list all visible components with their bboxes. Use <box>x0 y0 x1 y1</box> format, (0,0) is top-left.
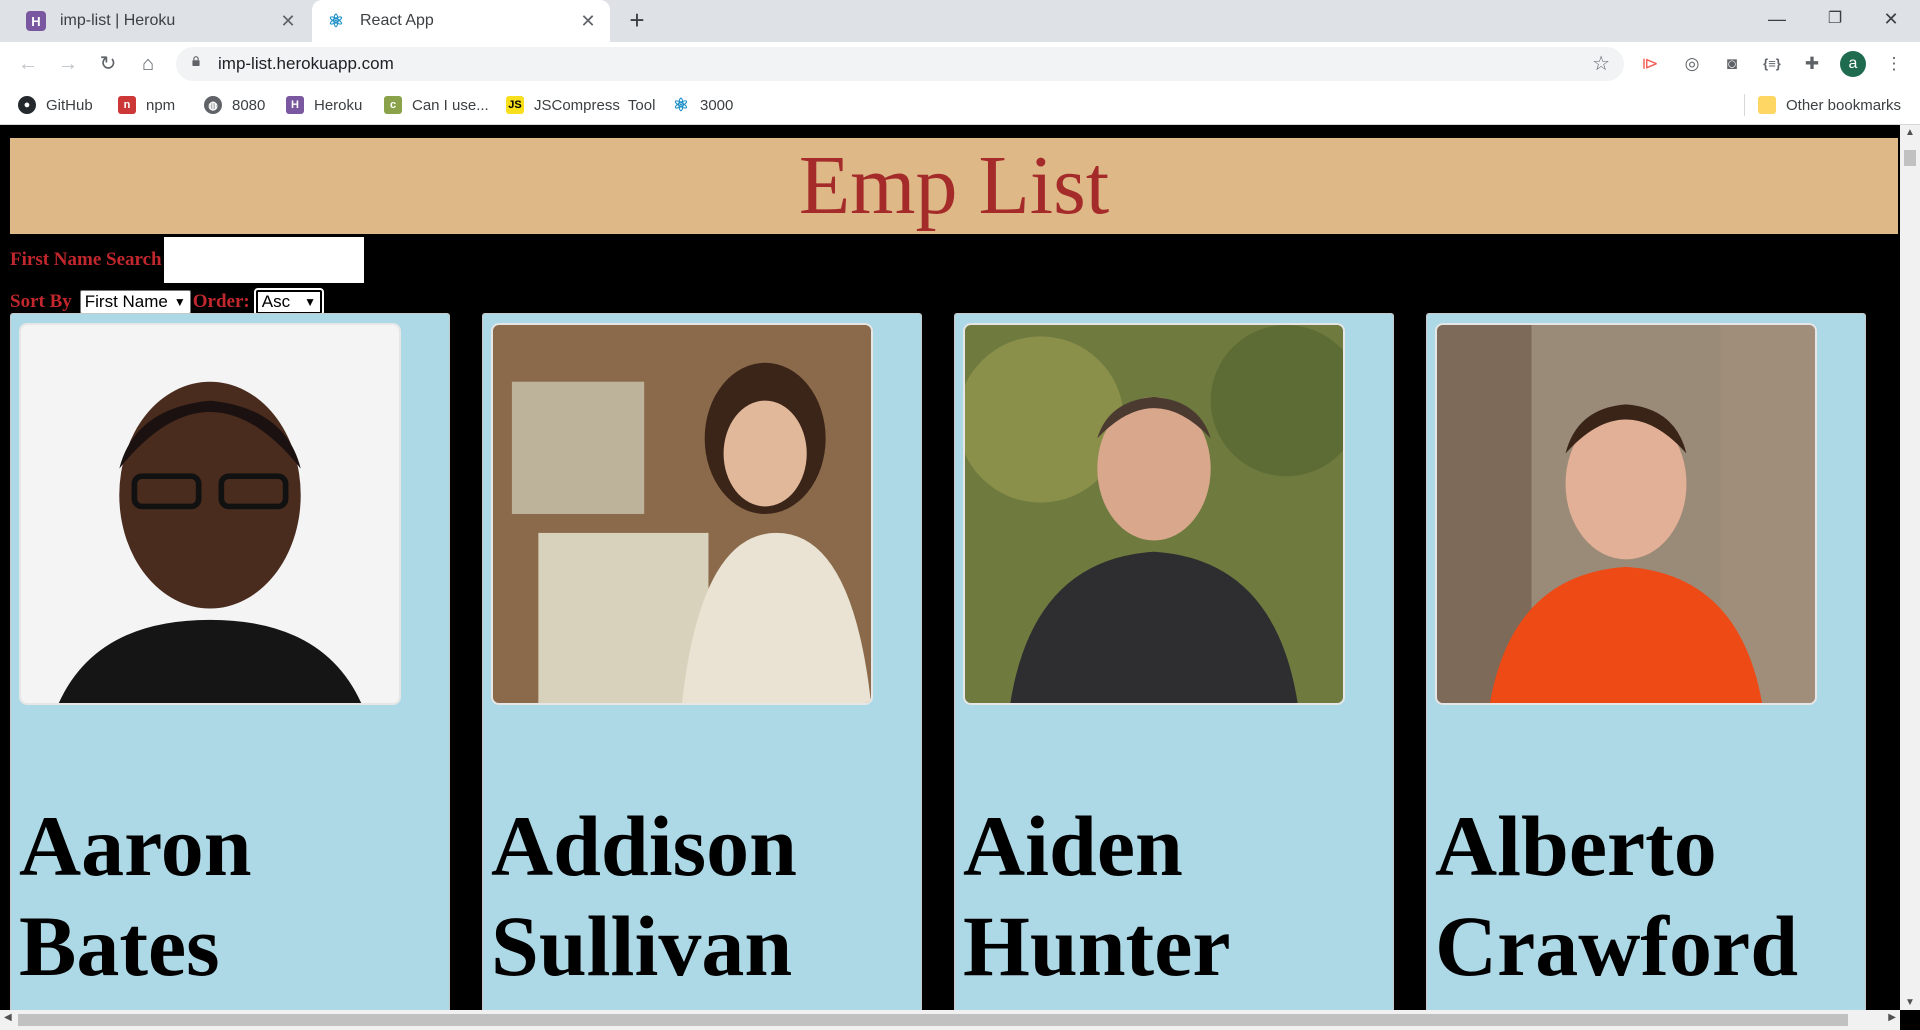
react-icon: ⚛ <box>672 94 690 115</box>
js-icon: JS <box>506 96 524 114</box>
app-header: Emp List <box>10 138 1898 234</box>
puzzle-extensions-icon[interactable]: ✚ <box>1798 50 1826 78</box>
bookmarks-bar: ● GitHub n npm ◍ 8080 H Heroku c Can I u… <box>0 86 1920 125</box>
tab-strip: H imp-list | Heroku ✕ ⚛ React App ✕ + — … <box>0 0 1920 42</box>
employee-card: Aiden Hunter <box>954 313 1394 1030</box>
lock-icon <box>192 56 200 66</box>
first-name-search-input[interactable] <box>163 237 364 283</box>
extension-cast-icon[interactable]: ⧐ <box>1636 50 1664 78</box>
bookmark-3000[interactable]: ⚛ 3000 <box>672 86 733 124</box>
bookmark-github[interactable]: ● GitHub <box>18 86 93 124</box>
github-icon: ● <box>18 96 36 114</box>
order-label: Order: <box>192 291 250 312</box>
scrollbar-thumb[interactable] <box>18 1014 1848 1026</box>
home-button[interactable]: ⌂ <box>132 48 164 80</box>
forward-button[interactable]: → <box>52 48 84 80</box>
caniuse-icon: c <box>384 96 402 114</box>
chevron-down-icon: ▼ <box>304 295 316 309</box>
employee-card: Aaron Bates <box>10 313 450 1030</box>
globe-icon: ◍ <box>204 96 222 114</box>
employee-last-name: Hunter <box>963 898 1231 994</box>
other-bookmarks-label: Other bookmarks <box>1786 96 1902 114</box>
scroll-left-arrow-icon[interactable]: ◀ <box>4 1012 12 1023</box>
bookmark-label: 8080 <box>232 96 266 114</box>
employee-first-name: Alberto <box>1435 798 1717 894</box>
bookmark-label: npm <box>146 96 176 114</box>
order-value: Asc <box>261 292 291 311</box>
folder-icon <box>1758 96 1776 114</box>
page-title: Emp List <box>798 139 1110 232</box>
bookmark-caniuse[interactable]: c Can I use... <box>384 86 489 124</box>
bookmark-8080[interactable]: ◍ 8080 <box>204 86 265 124</box>
employee-name: Aiden Hunter <box>963 796 1231 996</box>
chevron-down-icon: ▼ <box>173 295 186 309</box>
profile-avatar[interactable]: a <box>1840 51 1866 77</box>
bookmark-heroku[interactable]: H Heroku <box>286 86 362 124</box>
employee-last-name: Sullivan <box>491 898 793 994</box>
browser-toolbar: ← → ↻ ⌂ imp-list.herokuapp.com ☆ ⧐ ◎ ◙ {… <box>0 42 1920 86</box>
employee-card: Alberto Crawford <box>1426 313 1866 1030</box>
employee-photo <box>963 323 1345 705</box>
back-button[interactable]: ← <box>12 48 44 80</box>
npm-icon: n <box>118 96 136 114</box>
reload-button[interactable]: ↻ <box>92 48 124 80</box>
restore-button[interactable]: ❐ <box>1806 0 1864 38</box>
scrollbar-thumb[interactable] <box>1904 150 1916 166</box>
address-bar[interactable]: imp-list.herokuapp.com ☆ <box>176 47 1624 81</box>
employee-first-name: Aaron <box>19 798 252 894</box>
bookmark-label: 3000 <box>700 96 734 114</box>
employee-card: Addison Sullivan <box>482 313 922 1030</box>
tab-title: React App <box>360 12 434 29</box>
bookmark-label: Can I use... <box>412 96 489 114</box>
scroll-right-arrow-icon[interactable]: ▶ <box>1888 1012 1896 1023</box>
menu-kebab-icon[interactable]: ⋮ <box>1880 50 1908 78</box>
employee-photo <box>1435 323 1817 705</box>
close-icon[interactable]: ✕ <box>574 11 602 32</box>
url-text: imp-list.herokuapp.com <box>218 54 394 73</box>
tab-title: imp-list | Heroku <box>60 12 176 29</box>
employee-photo <box>491 323 873 705</box>
sort-label: Sort By <box>10 291 72 312</box>
employee-first-name: Aiden <box>963 798 1183 894</box>
search-label: First Name Search <box>10 249 162 270</box>
camera-icon[interactable]: ◙ <box>1718 50 1746 78</box>
search-row: First Name Search <box>10 235 364 285</box>
heroku-icon: H <box>286 96 304 114</box>
minimize-button[interactable]: — <box>1748 0 1806 38</box>
page-viewport: Emp List First Name Search Sort By First… <box>0 125 1920 1030</box>
sort-by-value: First Name <box>84 292 168 311</box>
employee-first-name: Addison <box>491 798 797 894</box>
scroll-up-arrow-icon[interactable]: ▲ <box>1900 127 1920 138</box>
employee-name: Addison Sullivan <box>491 796 797 996</box>
extension-circle-icon[interactable]: ◎ <box>1678 50 1706 78</box>
scroll-down-arrow-icon[interactable]: ▼ <box>1900 997 1920 1008</box>
bookmark-label: Heroku <box>314 96 363 114</box>
employee-last-name: Bates <box>19 898 220 994</box>
horizontal-scrollbar[interactable]: ◀ ▶ <box>0 1010 1900 1030</box>
tab-react-app[interactable]: ⚛ React App ✕ <box>312 0 610 42</box>
bookmark-label: GitHub <box>46 96 93 114</box>
bookmark-star-icon[interactable]: ☆ <box>1592 47 1610 81</box>
employee-last-name: Crawford <box>1435 898 1799 994</box>
employee-name: Aaron Bates <box>19 796 252 996</box>
bookmark-jscompress[interactable]: JS JSCompress Tool <box>506 86 655 124</box>
close-window-button[interactable]: ✕ <box>1862 0 1920 38</box>
tab-heroku[interactable]: H imp-list | Heroku ✕ <box>12 0 310 42</box>
bookmark-label: JSCompress Tool <box>534 96 656 114</box>
json-extension-icon[interactable]: {≡} <box>1758 50 1786 78</box>
bookmark-npm[interactable]: n npm <box>118 86 175 124</box>
vertical-scrollbar[interactable]: ▲ ▼ <box>1900 125 1920 1010</box>
sort-row: Sort By First Name ▼ Order: Asc ▼ <box>10 288 324 316</box>
employee-photo <box>19 323 401 705</box>
new-tab-button[interactable]: + <box>622 6 652 36</box>
close-icon[interactable]: ✕ <box>274 11 302 32</box>
heroku-icon: H <box>26 11 46 31</box>
employee-name: Alberto Crawford <box>1435 796 1798 996</box>
order-select[interactable]: Asc ▼ <box>253 288 324 316</box>
other-bookmarks[interactable]: Other bookmarks <box>1758 86 1901 124</box>
bookmarks-divider <box>1744 94 1745 116</box>
sort-by-select[interactable]: First Name ▼ <box>79 290 191 314</box>
react-icon: ⚛ <box>327 10 345 31</box>
